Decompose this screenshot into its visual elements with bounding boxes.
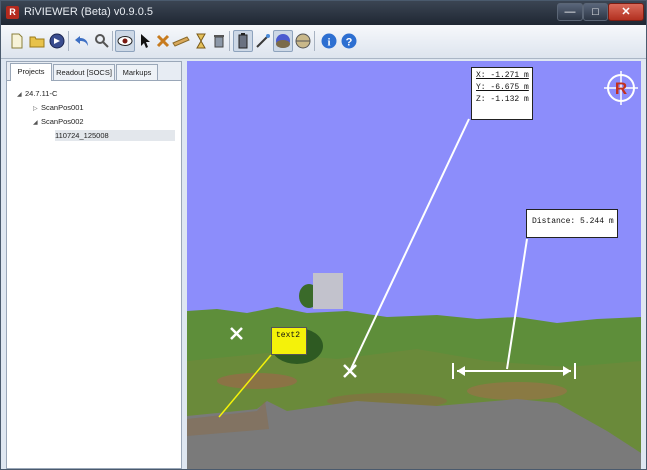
new-file-icon[interactable] (7, 30, 27, 52)
collapsed-arrow-icon[interactable]: ▷ (33, 105, 41, 112)
maximize-button[interactable]: □ (583, 3, 608, 21)
panorama-scene (187, 61, 641, 469)
app-window: R RiVIEWER (Beta) v0.9.0.5 — □ ✕ i ? Pro… (0, 0, 647, 470)
svg-text:i: i (327, 37, 330, 49)
coord-x: X: -1.271 m (476, 71, 529, 80)
wand-icon[interactable] (253, 30, 273, 52)
pointer-icon[interactable] (135, 30, 155, 52)
trash-icon[interactable] (209, 30, 229, 52)
tab-readout-socs[interactable]: Readout [SOCS] (53, 64, 115, 80)
tree-item-project[interactable]: ◢ 24.7.11-C (17, 89, 57, 98)
coord-z: Z: -1.132 m (476, 95, 529, 104)
riegl-logo-icon: R (604, 71, 638, 105)
sphere-icon[interactable] (273, 30, 293, 52)
toolbar: i ? (1, 25, 646, 59)
undo-icon[interactable] (72, 30, 92, 52)
measure-icon[interactable] (171, 30, 191, 52)
projects-panel: Projects Readout [SOCS] Markups ◢ 24.7.11… (6, 61, 182, 469)
tree-item-scanpos001[interactable]: ▷ ScanPos001 (33, 103, 84, 112)
help-icon[interactable]: ? (339, 30, 359, 52)
panel-tabs: Projects Readout [SOCS] Markups (7, 62, 181, 81)
svg-text:R: R (615, 79, 627, 98)
expand-arrow-icon[interactable]: ◢ (17, 91, 25, 98)
tab-markups[interactable]: Markups (116, 64, 158, 80)
battery-icon[interactable] (233, 30, 253, 52)
eye-icon[interactable] (115, 30, 135, 52)
window-title: RiVIEWER (Beta) v0.9.0.5 (24, 6, 153, 18)
app-icon: R (6, 6, 19, 19)
tree-item-scanpos002[interactable]: ◢ ScanPos002 (33, 117, 84, 126)
coordinate-readout[interactable]: X: -1.271 m Y: -6.675 m Z: -1.132 m (471, 67, 533, 120)
tree-item-scan[interactable]: 110724_125008 (55, 130, 175, 141)
navigate-icon[interactable] (47, 30, 67, 52)
text-markup-note[interactable]: text2 (271, 327, 307, 355)
coord-y: Y: -6.675 m (476, 83, 529, 92)
distance-readout[interactable]: Distance: 5.244 m (526, 209, 618, 238)
expand-arrow-icon[interactable]: ◢ (33, 119, 41, 126)
close-button[interactable]: ✕ (608, 3, 644, 21)
panorama-icon[interactable] (293, 30, 313, 52)
minimize-button[interactable]: — (557, 3, 583, 21)
svg-text:?: ? (346, 37, 353, 49)
hourglass-icon[interactable] (191, 30, 211, 52)
tab-projects[interactable]: Projects (10, 63, 52, 81)
scan-viewport[interactable]: X: -1.271 m Y: -6.675 m Z: -1.132 m Dist… (187, 61, 641, 469)
delete-icon[interactable] (153, 30, 173, 52)
info-icon[interactable]: i (319, 30, 339, 52)
title-bar[interactable]: R RiVIEWER (Beta) v0.9.0.5 — □ ✕ (1, 1, 646, 25)
search-icon[interactable] (92, 30, 112, 52)
open-folder-icon[interactable] (27, 30, 47, 52)
